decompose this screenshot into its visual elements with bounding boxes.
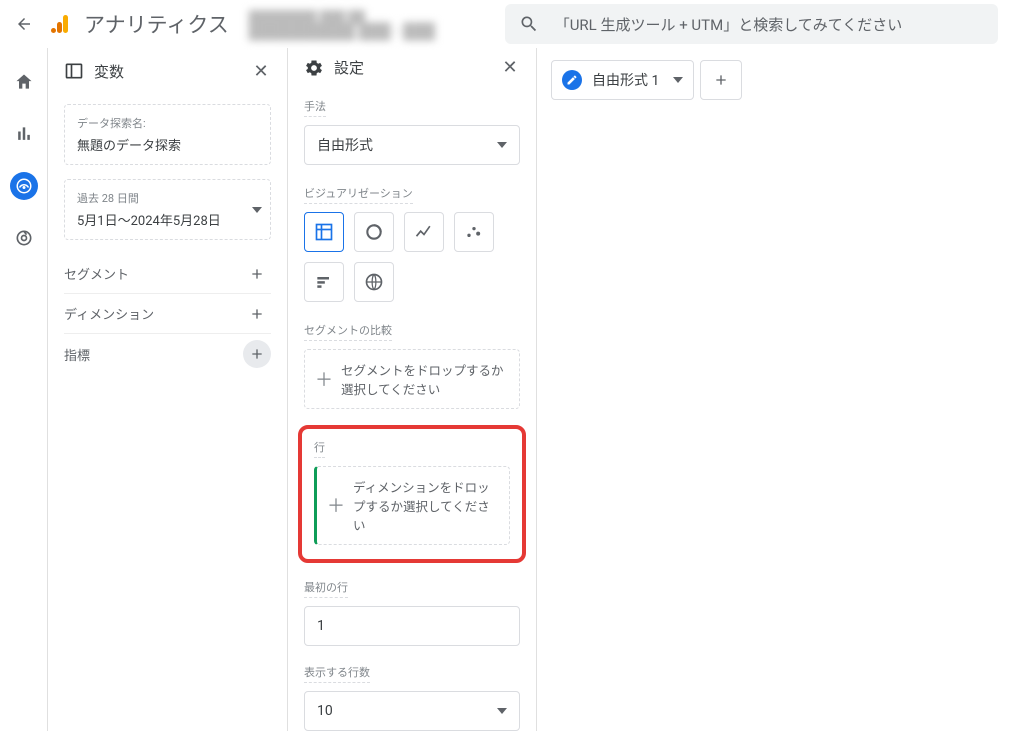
property-breadcrumb[interactable]: ████████ ███ ██ ██████████ ███ - ███	[249, 8, 489, 40]
start-row-label: 最初の行	[304, 579, 348, 598]
rows-label: 行	[314, 439, 325, 458]
show-rows-select[interactable]: 10	[304, 691, 520, 731]
dimensions-label: ディメンション	[64, 304, 154, 323]
close-settings-button[interactable]: ✕	[498, 57, 522, 78]
metrics-label: 指標	[64, 345, 90, 364]
left-nav	[0, 48, 48, 731]
technique-value: 自由形式	[317, 135, 373, 155]
dimensions-section: ディメンション	[64, 294, 271, 334]
show-rows-label: 表示する行数	[304, 664, 370, 683]
search-bar[interactable]: 「URL 生成ツール + UTM」と検索してみてください	[505, 4, 998, 44]
viz-scatter-button[interactable]	[454, 212, 494, 252]
segment-compare-label: セグメントの比較	[304, 322, 392, 341]
analytics-logo-icon	[48, 12, 72, 36]
nav-advertising[interactable]	[10, 224, 38, 252]
viz-donut-button[interactable]	[354, 212, 394, 252]
chevron-down-icon	[673, 77, 683, 83]
segment-drop-target[interactable]: ＋ セグメントをドロップするか選択してください	[304, 349, 520, 409]
variables-panel: 変数 ✕ データ探索名: 無題のデータ探索 過去 28 日間 5月1日～2024…	[48, 48, 288, 731]
metrics-section: 指標	[64, 334, 271, 374]
app-header: アナリティクス ████████ ███ ██ ██████████ ███ -…	[0, 0, 1014, 48]
variables-icon	[64, 61, 84, 81]
exploration-name-field[interactable]: データ探索名: 無題のデータ探索	[64, 104, 271, 165]
nav-explore[interactable]	[10, 172, 38, 200]
segment-drop-text: セグメントをドロップするか選択してください	[341, 360, 509, 398]
search-placeholder: 「URL 生成ツール + UTM」と検索してみてください	[555, 14, 903, 35]
add-dimension-button[interactable]	[243, 300, 271, 328]
chevron-down-icon	[497, 142, 507, 148]
chevron-down-icon	[497, 708, 507, 714]
tab-bar: 自由形式 1	[551, 60, 1000, 100]
exploration-name-value: 無題のデータ探索	[77, 135, 258, 154]
date-range-value: 5月1日～2024年5月28日	[77, 210, 258, 229]
rows-drop-text: ディメンションをドロップするか選択してください	[353, 477, 499, 534]
search-icon	[519, 14, 539, 34]
exploration-name-label: データ探索名:	[77, 115, 258, 131]
viz-geo-button[interactable]	[354, 262, 394, 302]
date-range-label: 過去 28 日間	[77, 190, 258, 206]
back-button[interactable]	[8, 8, 40, 40]
show-rows-value: 10	[317, 703, 333, 719]
close-variables-button[interactable]: ✕	[249, 61, 273, 82]
add-tab-button[interactable]	[700, 60, 742, 100]
chevron-down-icon	[252, 207, 262, 213]
tab-label: 自由形式 1	[592, 70, 659, 90]
add-metric-button[interactable]	[243, 340, 271, 368]
technique-label: 手法	[304, 98, 326, 117]
plus-icon: ＋	[315, 366, 333, 392]
segments-section: セグメント	[64, 254, 271, 294]
plus-icon: ＋	[327, 492, 345, 518]
viz-table-button[interactable]	[304, 212, 344, 252]
variables-title: 変数	[94, 61, 124, 82]
visualization-label: ビジュアリゼーション	[304, 185, 413, 204]
add-segment-button[interactable]	[243, 260, 271, 288]
edit-icon	[562, 70, 582, 90]
rows-drop-target[interactable]: ＋ ディメンションをドロップするか選択してください	[314, 466, 510, 545]
date-range-picker[interactable]: 過去 28 日間 5月1日～2024年5月28日	[64, 179, 271, 240]
nav-reports[interactable]	[10, 120, 38, 148]
settings-panel: 設定 ✕ 手法 自由形式 ビジュアリゼーション	[288, 48, 537, 731]
segments-label: セグメント	[64, 264, 129, 283]
rows-highlight: 行 ＋ ディメンションをドロップするか選択してください	[298, 425, 526, 563]
viz-line-button[interactable]	[404, 212, 444, 252]
settings-title: 設定	[334, 57, 364, 78]
visualization-options	[304, 212, 520, 302]
product-title: アナリティクス	[84, 9, 229, 39]
settings-icon	[304, 58, 324, 78]
viz-bar-button[interactable]	[304, 262, 344, 302]
tab-freeform-1[interactable]: 自由形式 1	[551, 60, 694, 100]
start-row-value: 1	[317, 618, 325, 634]
technique-select[interactable]: 自由形式	[304, 125, 520, 165]
canvas-area: 自由形式 1	[537, 48, 1014, 731]
start-row-input[interactable]: 1	[304, 606, 520, 646]
nav-home[interactable]	[10, 68, 38, 96]
